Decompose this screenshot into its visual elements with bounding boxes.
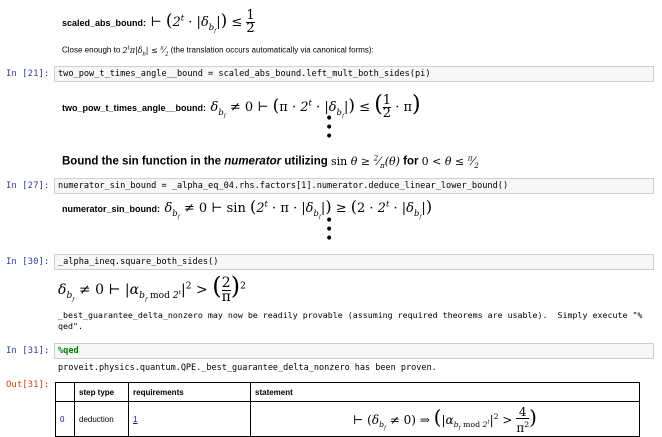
cell-27-code[interactable]: numerator_sin_bound = _alpha_eq_04.rhs.f… [54,178,654,194]
cell-31-prompt: In [31]: [6,346,50,356]
header-requirements: requirements [128,382,251,402]
scaled-abs-bound-label: scaled_abs_bound: [62,18,147,28]
heading-em: numerator [224,155,282,168]
header-step-type: step type [74,382,129,402]
statement-expr: ⊢ (δbf ≠ 0) ⇒ (|αbf mod 2t|2 > 4 π2 ) [353,404,537,435]
proof-table-header: step type requirements statement [55,382,640,402]
ellipsis-vertical-1: • • • [325,111,334,145]
heading-mid: utilizing [284,155,328,168]
proven-output: proveit.physics.quantum.QPE._best_guaran… [58,363,437,373]
scaled-abs-bound-expr: ⊢ (2t · |δbf|) ≤ 1 2 [150,8,255,36]
header-statement: statement [250,382,640,402]
table-row: 0 deduction 1 ⊢ (δbf ≠ 0) ⇒ (|αbf mod 2t… [55,401,640,437]
heading-pre: Bound the sin function in the [62,155,222,168]
close-enough-expr: 2tπ|δb| ≤ π⁄2 [122,45,169,58]
qed-note: _best_guarantee_delta_nonzero may now be… [58,310,642,332]
cell-27-prompt: In [27]: [6,181,50,191]
alpha-ineq-expr: δbf ≠ 0 ⊢ |αbf mod 2t|2 > ( 2 π )2 [58,272,246,305]
close-enough-text: Close enough to [62,45,121,55]
two-pow-expr: δbf ≠ 0 ⊢ (π · 2t · |δbf|) ≤ ( 1 2 · π) [210,92,421,121]
num-sin-expr: δbf ≠ 0 ⊢ sin (2t · π · |δbf|) ≥ (2 · 2t… [164,197,433,221]
proof-table: step type requirements statement 0 deduc… [55,382,640,437]
heading-range: 0 < θ ≤ π⁄2 [421,153,479,170]
header-index [55,382,75,402]
cell-21-prompt: In [21]: [6,69,50,79]
two-pow-line: two_pow_t_times_angle__bound: δbf ≠ 0 ⊢ … [62,92,421,120]
num-sin-line: numerator_sin_bound: δbf ≠ 0 ⊢ sin (2t ·… [62,197,432,220]
cell-21-code[interactable]: two_pow_t_times_angle__bound = scaled_ab… [54,66,654,82]
heading-ineq: sin θ ≥ 2⁄π(θ) [331,153,400,170]
alpha-ineq-line: δbf ≠ 0 ⊢ |αbf mod 2t|2 > ( 2 π )2 [58,272,246,304]
ellipsis-vertical-2: • • • [325,213,334,247]
two-pow-label: two_pow_t_times_angle__bound: [62,103,207,113]
requirement-link[interactable]: 1 [133,415,137,424]
heading-for: for [403,155,419,168]
qed-note-line2: qed". [58,321,83,331]
sin-bound-heading: Bound the sin function in the numerator … [62,153,479,170]
cell-30-code[interactable]: _alpha_ineq.square_both_sides() [54,254,654,270]
cell-31-code[interactable]: %qed [54,343,654,359]
close-enough-line: Close enough to 2tπ|δb| ≤ π⁄2 (the trans… [62,45,374,57]
cell-30-prompt: In [30]: [6,257,50,267]
scaled-abs-bound-line: scaled_abs_bound: ⊢ (2t · |δbf|) ≤ 1 2 [62,8,255,36]
out-31-prompt: Out[31]: [6,380,50,390]
num-sin-label: numerator_sin_bound: [62,204,161,214]
row-index: 0 [55,401,75,437]
qed-note-line1: _best_guarantee_delta_nonzero may now be… [58,310,643,320]
row-step-type: deduction [74,401,129,437]
close-enough-tail: (the translation occurs automatically vi… [170,45,374,55]
qed-magic: %qed [58,346,79,356]
